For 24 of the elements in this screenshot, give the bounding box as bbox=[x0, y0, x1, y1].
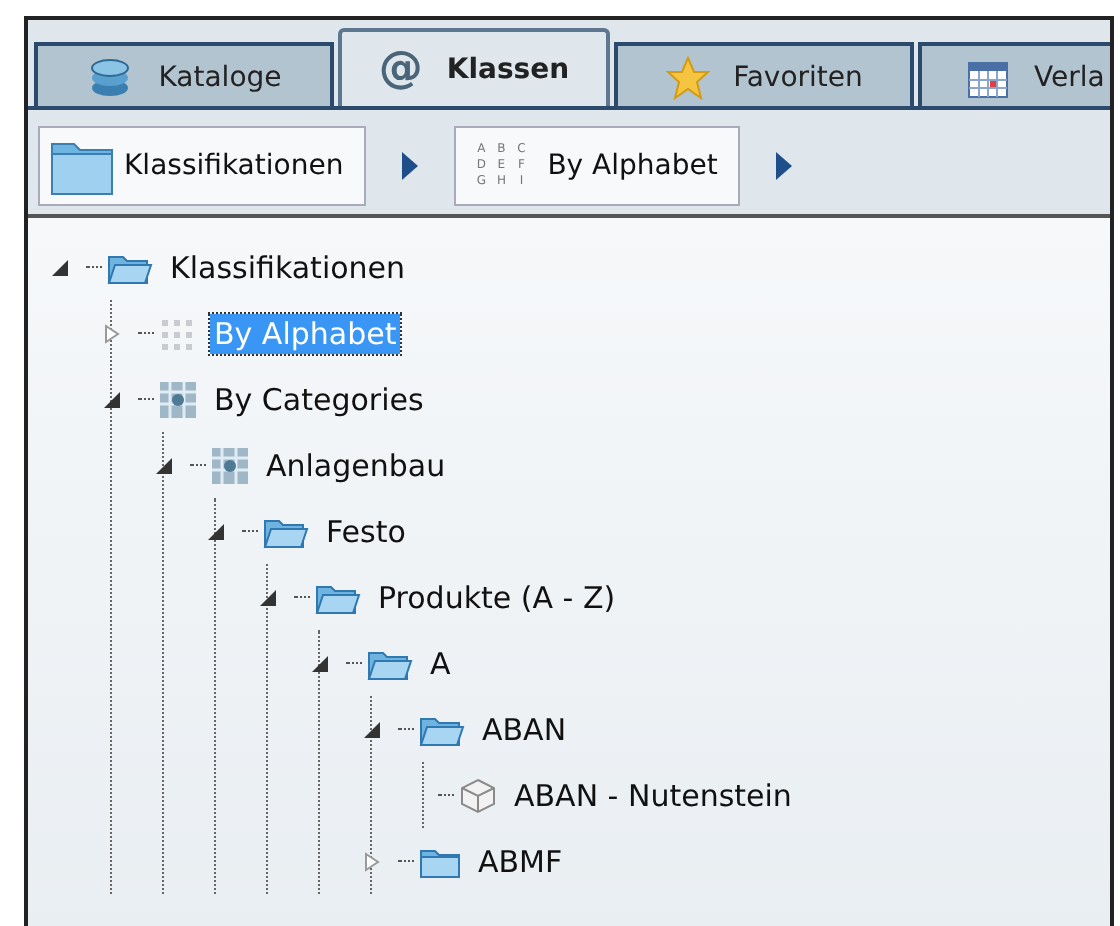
tree-item[interactable]: ABMF bbox=[474, 841, 567, 881]
cube-icon bbox=[458, 775, 498, 815]
grid-icon bbox=[210, 445, 250, 485]
breadcrumb-button[interactable]: Klassifikationen bbox=[38, 126, 366, 206]
tab[interactable]: Verla bbox=[918, 42, 1110, 106]
arrow-right-icon bbox=[771, 148, 796, 184]
tab[interactable]: Kataloge bbox=[34, 42, 334, 106]
calendar-icon bbox=[966, 56, 1010, 100]
star-icon bbox=[665, 56, 710, 100]
tree-item[interactable]: Anlagenbau bbox=[262, 445, 450, 485]
tree-item[interactable]: Klassifikationen bbox=[166, 247, 410, 287]
tree-item[interactable]: ABAN bbox=[478, 709, 571, 749]
tree-item[interactable]: Produkte (A - Z) bbox=[374, 577, 620, 617]
at-icon: @ bbox=[378, 44, 423, 94]
tab[interactable]: Favoriten bbox=[614, 42, 914, 106]
alphabet-icon bbox=[158, 315, 198, 351]
tree-item[interactable]: A bbox=[426, 643, 455, 683]
tree-item[interactable]: Festo bbox=[322, 511, 410, 551]
arrow-right-icon bbox=[397, 148, 422, 184]
tree-item[interactable]: ABAN - Nutenstein bbox=[510, 775, 796, 815]
grid-icon bbox=[158, 379, 198, 419]
tree-item[interactable]: By Categories bbox=[210, 379, 428, 419]
books-icon bbox=[86, 58, 135, 98]
tab[interactable]: @ Klassen bbox=[338, 28, 610, 106]
